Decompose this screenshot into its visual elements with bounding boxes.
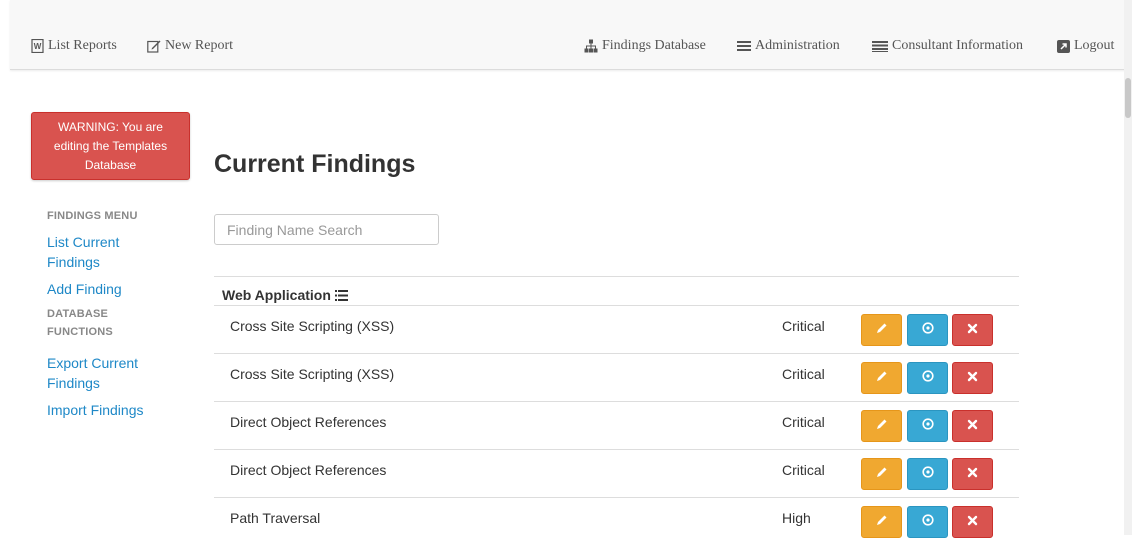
sidebar-link-list-current-findings[interactable]: List Current Findings: [47, 232, 119, 272]
sidebar-heading-text: FUNCTIONS: [47, 326, 113, 338]
view-circle-icon: [921, 321, 934, 339]
finding-name-search-input[interactable]: [214, 214, 439, 245]
finding-name: Path Traversal: [230, 510, 321, 526]
finding-name: Direct Object References: [230, 462, 387, 478]
edit-button[interactable]: [861, 458, 902, 490]
list-icon: [872, 39, 888, 53]
sitemap-icon: [584, 39, 598, 53]
finding-severity: Critical: [782, 462, 825, 478]
edit-button[interactable]: [861, 410, 902, 442]
sidebar-heading-findings-menu: FINDINGS MENU: [47, 210, 138, 222]
category-row: Web Application: [214, 276, 1019, 305]
nav-administration-label: Administration: [755, 38, 840, 53]
view-circle-icon: [921, 513, 934, 531]
nav-administration[interactable]: Administration: [737, 38, 840, 54]
view-circle-icon: [921, 369, 934, 387]
edit-button[interactable]: [861, 506, 902, 538]
pencil-icon: [876, 513, 888, 531]
close-icon: [967, 513, 978, 531]
pencil-icon: [876, 465, 888, 483]
warning-line-2: editing the Templates: [53, 139, 168, 153]
sidebar-link-text: Findings: [47, 375, 100, 391]
view-button[interactable]: [907, 458, 948, 490]
delete-button[interactable]: [952, 410, 993, 442]
page-title: Current Findings: [214, 150, 416, 178]
view-circle-icon: [921, 465, 934, 483]
delete-button[interactable]: [952, 458, 993, 490]
sidebar-link-text: List Current: [47, 234, 120, 250]
table-row: Cross Site Scripting (XSS) Critical: [214, 305, 1019, 353]
edit-button[interactable]: [861, 362, 902, 394]
logout-icon: [1056, 39, 1070, 53]
menu-icon: [737, 39, 751, 53]
finding-severity: High: [782, 510, 811, 526]
category-label: Web Application: [222, 287, 348, 303]
nav-list-reports-label: List Reports: [48, 38, 117, 53]
sidebar-heading-database-functions: DATABASE FUNCTIONS: [47, 305, 113, 341]
finding-name: Cross Site Scripting (XSS): [230, 366, 395, 382]
nav-consultant-information[interactable]: Consultant Information: [872, 38, 1023, 54]
sidebar-link-text: Findings: [47, 254, 100, 270]
category-name: Web Application: [222, 287, 331, 303]
sidebar-link-text: Export Current: [47, 355, 139, 371]
table-row: Direct Object References Critical: [214, 449, 1019, 497]
svg-text:W: W: [33, 42, 41, 51]
view-circle-icon: [921, 417, 934, 435]
table-row: Direct Object References Critical: [214, 401, 1019, 449]
delete-button[interactable]: [952, 506, 993, 538]
list-icon: [334, 289, 348, 301]
view-button[interactable]: [907, 410, 948, 442]
close-icon: [967, 321, 978, 339]
nav-logout[interactable]: Logout: [1056, 38, 1114, 54]
warning-line-3: Database: [84, 158, 137, 172]
edit-icon: [147, 39, 161, 53]
finding-name: Direct Object References: [230, 414, 387, 430]
pencil-icon: [876, 321, 888, 339]
page-scrollbar[interactable]: [1124, 0, 1132, 535]
finding-severity: Critical: [782, 414, 825, 430]
finding-name: Cross Site Scripting (XSS): [230, 318, 395, 334]
sidebar-link-add-finding[interactable]: Add Finding: [47, 279, 122, 299]
nav-logout-label: Logout: [1074, 38, 1115, 53]
nav-new-report-label: New Report: [165, 38, 234, 53]
templates-warning-banner: WARNING: You are editing the Templates D…: [31, 112, 190, 180]
nav-findings-database-label: Findings Database: [602, 38, 706, 53]
close-icon: [967, 465, 978, 483]
pencil-icon: [876, 417, 888, 435]
sidebar-heading-text: DATABASE: [47, 308, 109, 320]
delete-button[interactable]: [952, 362, 993, 394]
finding-severity: Critical: [782, 318, 825, 334]
nav-new-report[interactable]: New Report: [147, 38, 233, 54]
table-row: Cross Site Scripting (XSS) Critical: [214, 353, 1019, 401]
scrollbar-thumb[interactable]: [1125, 78, 1131, 118]
top-navbar: W List Reports New Report Findings Datab…: [10, 0, 1132, 70]
close-icon: [967, 417, 978, 435]
sidebar-link-import-findings[interactable]: Import Findings: [47, 400, 143, 420]
pencil-icon: [876, 369, 888, 387]
sidebar-link-export-current-findings[interactable]: Export Current Findings: [47, 353, 138, 393]
view-button[interactable]: [907, 506, 948, 538]
view-button[interactable]: [907, 362, 948, 394]
nav-list-reports[interactable]: W List Reports: [30, 38, 117, 54]
nav-consultant-information-label: Consultant Information: [892, 38, 1024, 53]
nav-findings-database[interactable]: Findings Database: [584, 38, 706, 54]
document-icon: W: [30, 39, 44, 53]
warning-line-1: WARNING: You are: [58, 120, 163, 134]
table-row: Path Traversal High: [214, 497, 1019, 545]
finding-severity: Critical: [782, 366, 825, 382]
close-icon: [967, 369, 978, 387]
edit-button[interactable]: [861, 314, 902, 346]
view-button[interactable]: [907, 314, 948, 346]
delete-button[interactable]: [952, 314, 993, 346]
